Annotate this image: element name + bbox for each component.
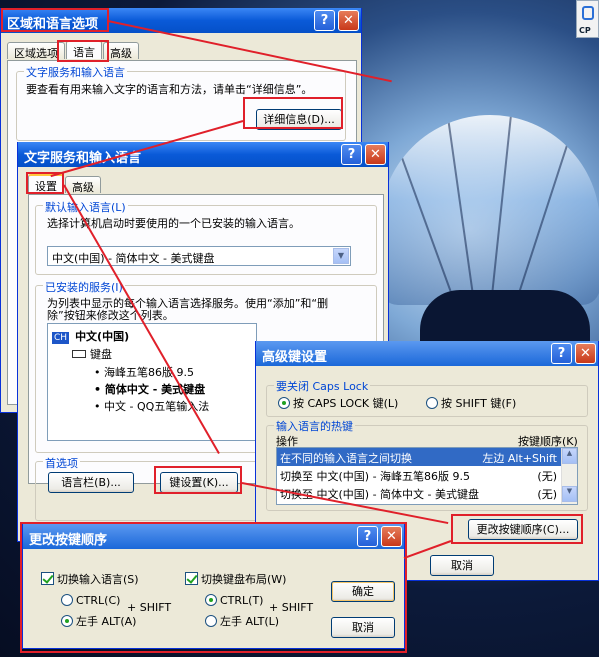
group-legend: 默认输入语言(L)	[43, 199, 128, 215]
group-description: 要查看有用来输入文字的语言和方法，请单击“详细信息”。	[26, 83, 313, 96]
help-icon[interactable]: ?	[341, 144, 362, 165]
highlight-settings-tab	[26, 172, 64, 194]
group-description-2: 除”按钮来修改这个列表。	[47, 309, 174, 322]
highlight-details-button	[243, 97, 343, 129]
scroll-down-icon: ▼	[562, 486, 577, 502]
table-row[interactable]: 在不同的输入语言之间切换 左边 Alt+Shift	[277, 448, 577, 466]
window-title: 高级键设置	[262, 350, 328, 365]
scroll-up-icon: ▲	[562, 448, 577, 464]
titlebar[interactable]: 高级键设置 ? ✕	[256, 341, 598, 366]
language-name: 中文(中国)	[75, 330, 130, 343]
group-legend: 输入语言的热键	[274, 418, 355, 434]
scrollbar[interactable]: ▲ ▼	[561, 448, 577, 504]
close-icon[interactable]: ✕	[338, 10, 359, 31]
close-icon[interactable]: ✕	[365, 144, 386, 165]
language-bar-button[interactable]: 语言栏(B)...	[48, 472, 134, 493]
group-legend: 首选项	[43, 455, 80, 471]
radio-icon	[426, 397, 438, 409]
highlight-key-settings-button	[154, 466, 242, 494]
cancel-button[interactable]: 取消	[430, 555, 494, 576]
group-legend: 要关闭 Caps Lock	[274, 378, 371, 394]
group-legend: 已安装的服务(I)	[43, 279, 125, 295]
titlebar[interactable]: 文字服务和输入语言 ? ✕	[18, 142, 388, 167]
help-icon[interactable]: ?	[314, 10, 335, 31]
list-item: • 简体中文 - 美式键盘	[94, 383, 206, 396]
default-language-select[interactable]: 中文(中国) - 简体中文 - 美式键盘 ▼	[47, 246, 351, 266]
language-badge-icon: CH	[52, 332, 70, 344]
umbrella-photo	[380, 115, 599, 305]
highlight-title	[1, 8, 109, 32]
radio-icon	[278, 397, 290, 409]
close-icon[interactable]: ✕	[575, 343, 596, 364]
highlight-change-sequence-button	[451, 514, 583, 544]
tab-advanced[interactable]: 高级	[65, 176, 101, 194]
group-legend: 文字服务和输入语言	[24, 64, 127, 80]
help-icon[interactable]: ?	[551, 343, 572, 364]
caps-lock-radio[interactable]: 按 CAPS LOCK 键(L)	[278, 395, 398, 411]
keyboard-label: 键盘	[90, 348, 112, 361]
keyboard-icon	[72, 350, 86, 358]
list-item: • 海峰五笔86版 9.5	[94, 366, 194, 379]
shift-radio[interactable]: 按 SHIFT 键(F)	[426, 395, 516, 411]
table-row[interactable]: 切换至 中文(中国) - 海峰五笔86版 9.5 (无)	[277, 466, 577, 484]
control-panel-icon[interactable]: CP	[576, 0, 599, 38]
chevron-down-icon[interactable]: ▼	[333, 248, 349, 264]
highlight-change-window	[20, 522, 407, 653]
hotkeys-list[interactable]: 在不同的输入语言之间切换 左边 Alt+Shift 切换至 中文(中国) - 海峰…	[276, 447, 578, 505]
highlight-language-tab	[57, 40, 109, 62]
selected-value: 中文(中国) - 简体中文 - 美式键盘	[52, 252, 215, 265]
